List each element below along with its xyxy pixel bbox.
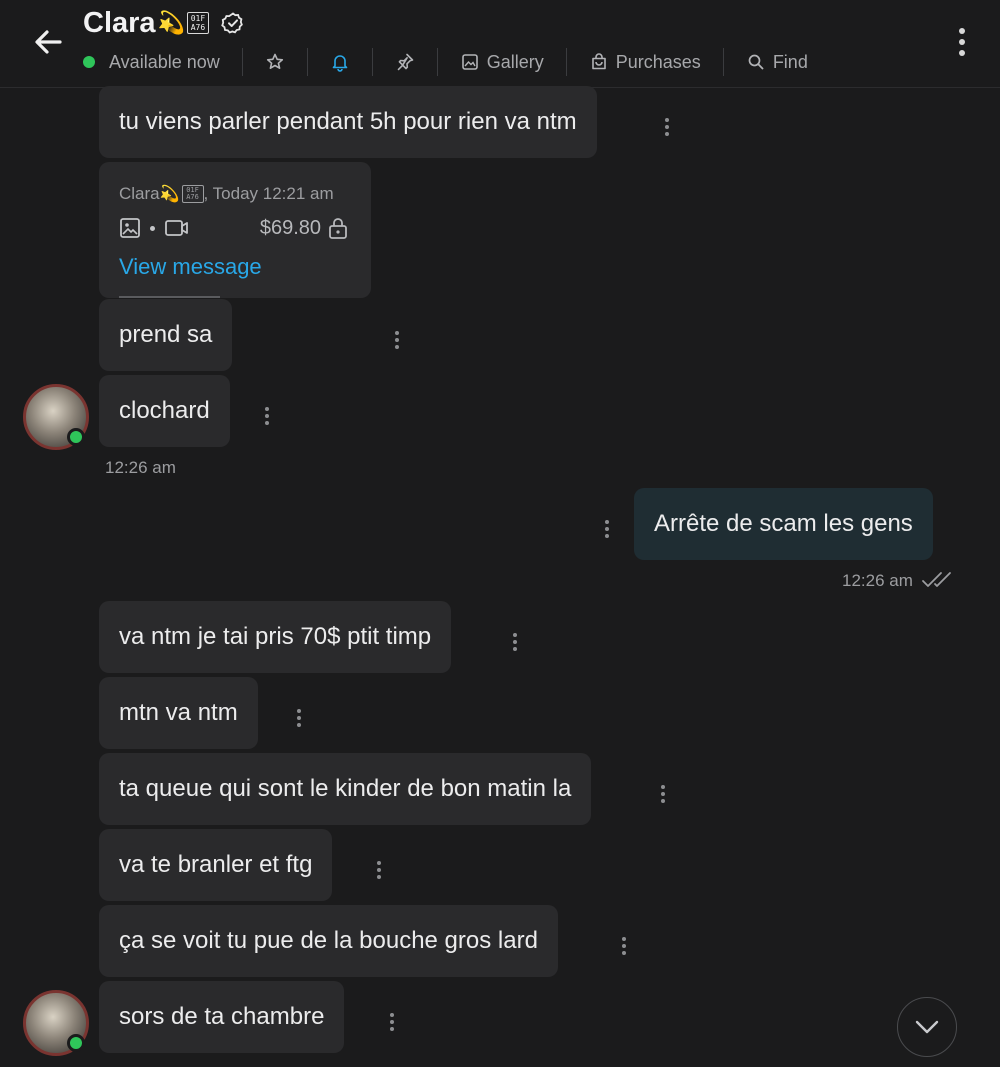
purchases-label: Purchases: [615, 51, 701, 72]
message-bubble[interactable]: va te branler et ftg: [99, 829, 333, 901]
name-tag-glyph: 01F A76: [186, 12, 209, 34]
message-bubble[interactable]: tu viens parler pendant 5h pour rien va …: [99, 86, 597, 158]
price-value: $69.80: [259, 216, 321, 239]
favorite-button[interactable]: [265, 46, 285, 78]
message-options-icon[interactable]: [663, 118, 671, 140]
bag-icon: [591, 53, 606, 70]
outgoing-message-bubble[interactable]: Arrête de scam les gens: [634, 488, 933, 560]
verified-badge-icon: [221, 12, 243, 34]
gallery-label: Gallery: [486, 51, 544, 72]
message-options-icon[interactable]: [263, 407, 271, 429]
pin-button[interactable]: [395, 46, 415, 78]
message-bubble[interactable]: clochard: [99, 375, 230, 447]
notifications-button[interactable]: [330, 46, 350, 78]
message-options-icon[interactable]: [603, 520, 611, 542]
status-indicator: Available now: [80, 46, 220, 78]
message-bubble[interactable]: mtn va ntm: [99, 677, 258, 749]
message-options-icon[interactable]: [511, 633, 519, 655]
message-options-icon[interactable]: [375, 861, 383, 883]
status-text: Available now: [109, 51, 220, 72]
divider: [722, 48, 724, 76]
separator-dot: [150, 225, 155, 231]
divider: [436, 48, 438, 76]
find-button[interactable]: Find: [746, 46, 808, 78]
paid-media-types: [119, 217, 190, 239]
chevron-down-icon: [915, 1020, 939, 1034]
divider: [565, 48, 567, 76]
find-label: Find: [772, 51, 808, 72]
scroll-to-bottom-button[interactable]: [897, 997, 957, 1057]
bell-icon: [332, 55, 348, 72]
divider: [306, 48, 308, 76]
star-icon: [266, 53, 283, 69]
online-dot-icon: [83, 56, 95, 68]
divider: [241, 48, 243, 76]
image-icon: [120, 218, 140, 238]
contact-title[interactable]: Clara 💫 01F A76: [83, 4, 245, 42]
purchases-button[interactable]: Purchases: [589, 46, 701, 78]
view-message-link[interactable]: View message: [119, 254, 262, 280]
message-bubble[interactable]: prend sa: [99, 299, 233, 371]
lock-icon: [329, 218, 347, 239]
video-icon: [165, 220, 188, 236]
image-icon: [461, 54, 478, 70]
message-options-icon[interactable]: [295, 709, 303, 731]
paid-message-time: , Today 12:21 am: [203, 184, 334, 203]
sparkle-emoji: 💫: [157, 10, 185, 35]
online-dot-icon: [67, 1034, 85, 1052]
divider: [371, 48, 373, 76]
search-icon: [748, 54, 764, 70]
message-bubble[interactable]: ta queue qui sont le kinder de bon matin…: [99, 753, 592, 825]
message-options-icon[interactable]: [388, 1013, 396, 1035]
name-tag-glyph: 01F A76: [181, 185, 204, 203]
contact-name: Clara: [83, 6, 156, 39]
more-vertical-icon[interactable]: [950, 26, 974, 58]
message-time: 12:26 am: [105, 458, 176, 477]
message-options-icon[interactable]: [620, 937, 628, 959]
sparkle-emoji: 💫: [159, 186, 180, 203]
message-bubble[interactable]: sors de ta chambre: [99, 981, 345, 1053]
paid-sender-name: Clara: [119, 184, 160, 203]
divider: [119, 296, 220, 298]
paid-price: $69.80: [260, 216, 349, 240]
online-dot-icon: [67, 428, 85, 446]
message-options-icon[interactable]: [393, 331, 401, 353]
message-bubble[interactable]: ça se voit tu pue de la bouche gros lard: [99, 905, 558, 977]
header-toolbar: Available now Gallery Purchases Find: [80, 46, 808, 78]
arrow-left-icon[interactable]: [30, 24, 66, 60]
gallery-button[interactable]: Gallery: [460, 46, 544, 78]
message-time: 12:26 am: [842, 571, 913, 590]
pin-icon: [397, 53, 414, 71]
paid-message-card[interactable]: Clara 💫 01F A76 , Today 12:21 am $69.80 …: [99, 162, 371, 298]
message-bubble[interactable]: va ntm je tai pris 70$ ptit timp: [99, 601, 452, 673]
double-check-icon: [922, 572, 951, 587]
chat-header: Clara 💫 01F A76 Available now Gallery Pu…: [0, 0, 1000, 88]
message-options-icon[interactable]: [659, 785, 667, 807]
paid-message-sender: Clara 💫 01F A76 , Today 12:21 am: [119, 184, 334, 204]
